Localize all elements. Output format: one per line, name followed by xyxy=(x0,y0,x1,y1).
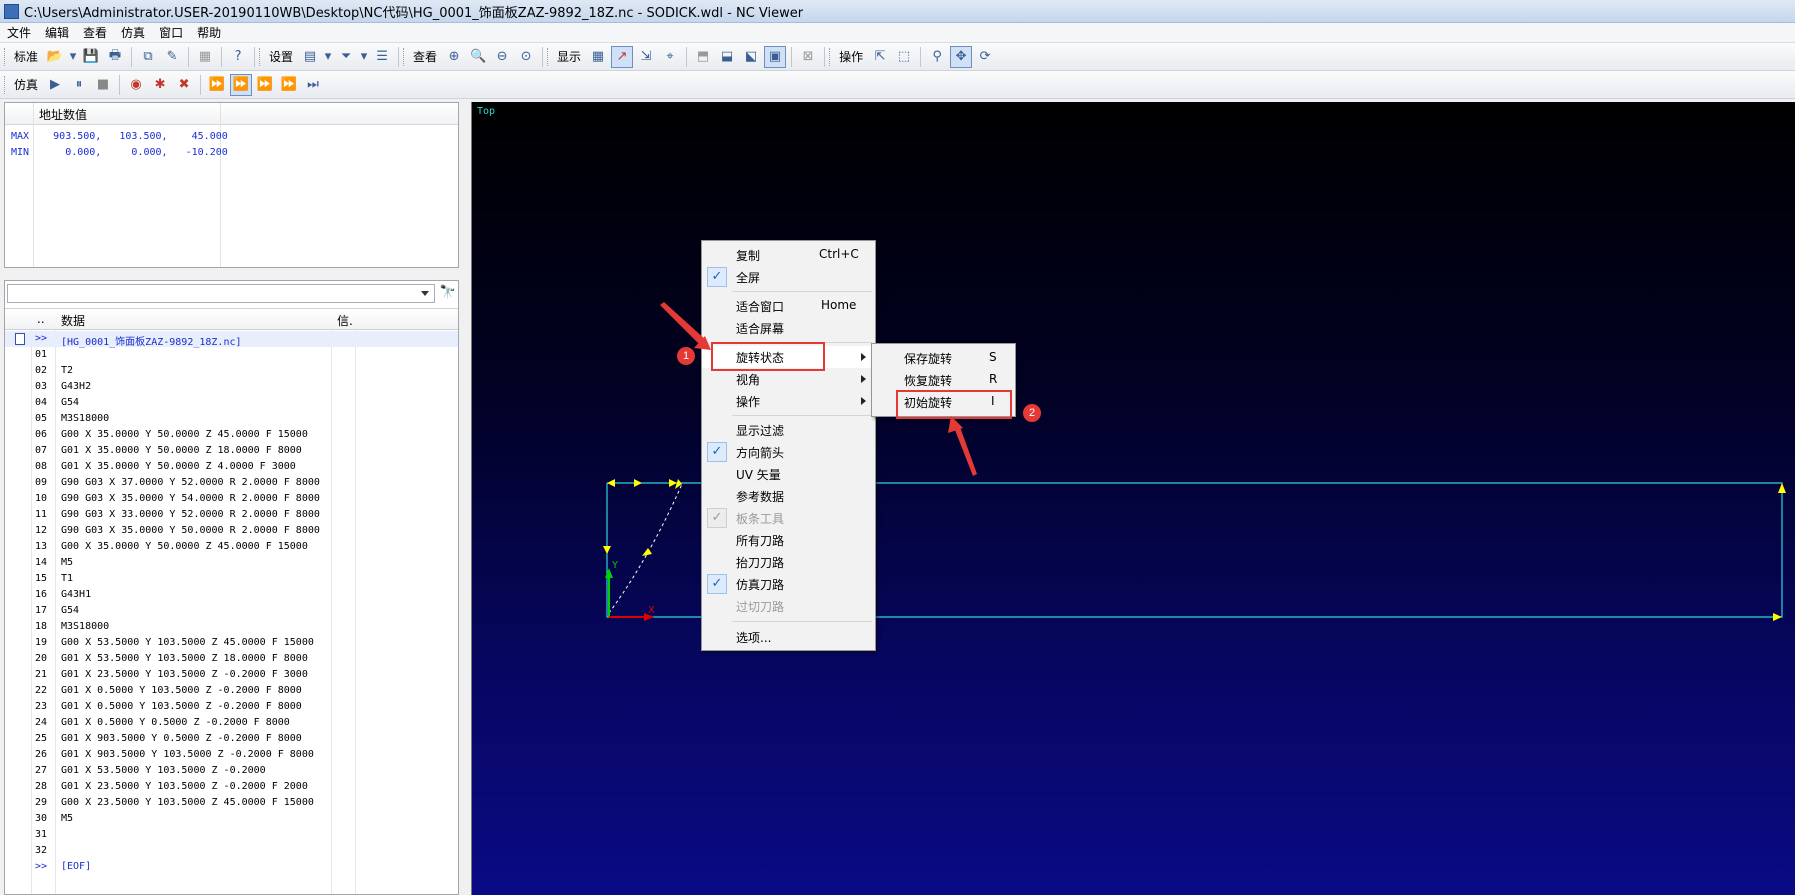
annotation-arrows xyxy=(660,302,977,476)
arrow-2 xyxy=(955,427,977,476)
arrow-1 xyxy=(660,302,706,345)
